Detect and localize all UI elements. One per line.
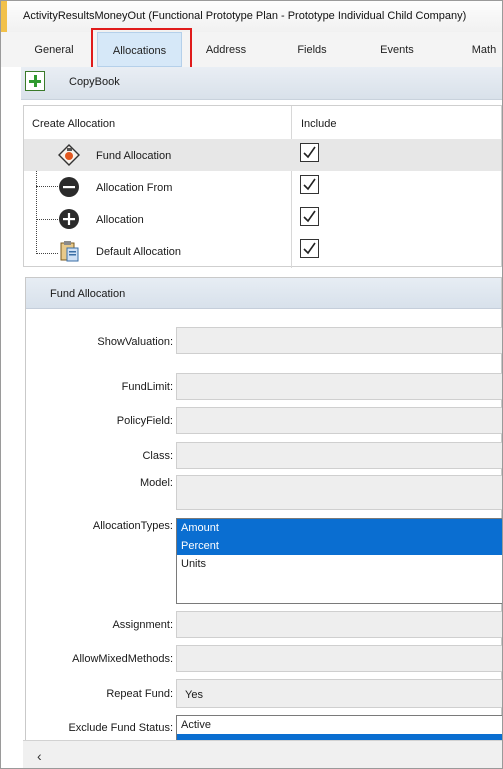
add-icon[interactable] [25,71,45,91]
fund-allocation-icon [58,144,80,166]
title-accent [1,1,7,32]
clipboard-icon [58,240,80,262]
allocation-types-listbox[interactable]: Amount Percent Units [176,518,502,604]
exclude-fund-status-label: Exclude Fund Status: [68,722,173,734]
grid-row-allocation-from[interactable]: Allocation From [24,171,501,203]
toolbar: CopyBook [21,67,502,100]
include-checkbox[interactable] [300,143,319,162]
assignment-field[interactable] [176,611,502,638]
panel-title: Fund Allocation [50,288,126,300]
tab-strip: General Allocations Address Fields Event… [1,32,502,68]
panel-header: Fund Allocation [26,278,501,309]
horizontal-scrollbar[interactable]: ‹ [23,740,502,768]
left-gutter [1,67,21,768]
fund-limit-label: FundLimit: [121,381,173,393]
tab-general[interactable]: General [15,32,93,67]
row-label: Allocation [96,214,144,226]
allocation-type-option[interactable]: Units [177,555,502,573]
grid-row-allocation[interactable]: Allocation [24,203,501,235]
policy-field-label: PolicyField: [116,415,173,427]
include-checkbox[interactable] [300,175,319,194]
repeat-fund-label: Repeat Fund: [106,688,173,700]
include-checkbox[interactable] [300,239,319,258]
class-label: Class: [142,450,173,462]
policy-field-field[interactable] [176,407,502,434]
panel-body: ShowValuation: FundLimit: PolicyField: C… [26,309,502,768]
copybook-label[interactable]: CopyBook [69,76,120,88]
tab-address[interactable]: Address [187,32,265,67]
model-field[interactable] [176,475,502,510]
tab-events[interactable]: Events [358,32,436,67]
allocation-grid: Create Allocation Include Fund Allocatio… [23,105,502,268]
row-label: Allocation From [96,182,173,194]
scroll-left-icon[interactable]: ‹ [37,748,42,764]
model-label: Model: [139,477,173,489]
allocation-types-label: AllocationTypes: [92,520,173,532]
window-title: ActivityResultsMoneyOut (Functional Prot… [23,10,467,22]
repeat-fund-value: Yes [185,689,203,701]
tab-math[interactable]: Math [445,32,502,67]
class-field[interactable] [176,442,502,469]
row-label: Default Allocation [96,246,181,258]
fund-limit-field[interactable] [176,373,502,400]
allocation-type-option[interactable]: Percent [177,537,502,555]
plus-circle-icon [58,208,80,230]
fund-allocation-panel: Fund Allocation ShowValuation: FundLimit… [25,277,502,768]
grid-row-fund-allocation[interactable]: Fund Allocation [24,139,501,171]
fund-status-option[interactable]: Active [177,716,502,734]
col-create-allocation[interactable]: Create Allocation [32,118,115,130]
grid-row-default-allocation[interactable]: Default Allocation [24,235,501,267]
include-checkbox[interactable] [300,207,319,226]
minus-circle-icon [58,176,80,198]
allow-mixed-methods-field[interactable] [176,645,502,672]
col-include[interactable]: Include [301,118,336,130]
tab-fields[interactable]: Fields [273,32,351,67]
allow-mixed-methods-label: AllowMixedMethods: [72,653,173,665]
show-valuation-field[interactable] [176,327,502,354]
repeat-fund-field[interactable]: Yes [176,679,502,708]
allocation-type-option[interactable]: Amount [177,519,502,537]
tab-highlight-annotation [91,28,192,72]
grid-header: Create Allocation Include [24,106,502,140]
row-label: Fund Allocation [96,150,172,162]
assignment-label: Assignment: [112,619,173,631]
show-valuation-label: ShowValuation: [97,336,173,348]
title-bar: ActivityResultsMoneyOut (Functional Prot… [1,1,502,33]
window: ActivityResultsMoneyOut (Functional Prot… [0,0,503,769]
